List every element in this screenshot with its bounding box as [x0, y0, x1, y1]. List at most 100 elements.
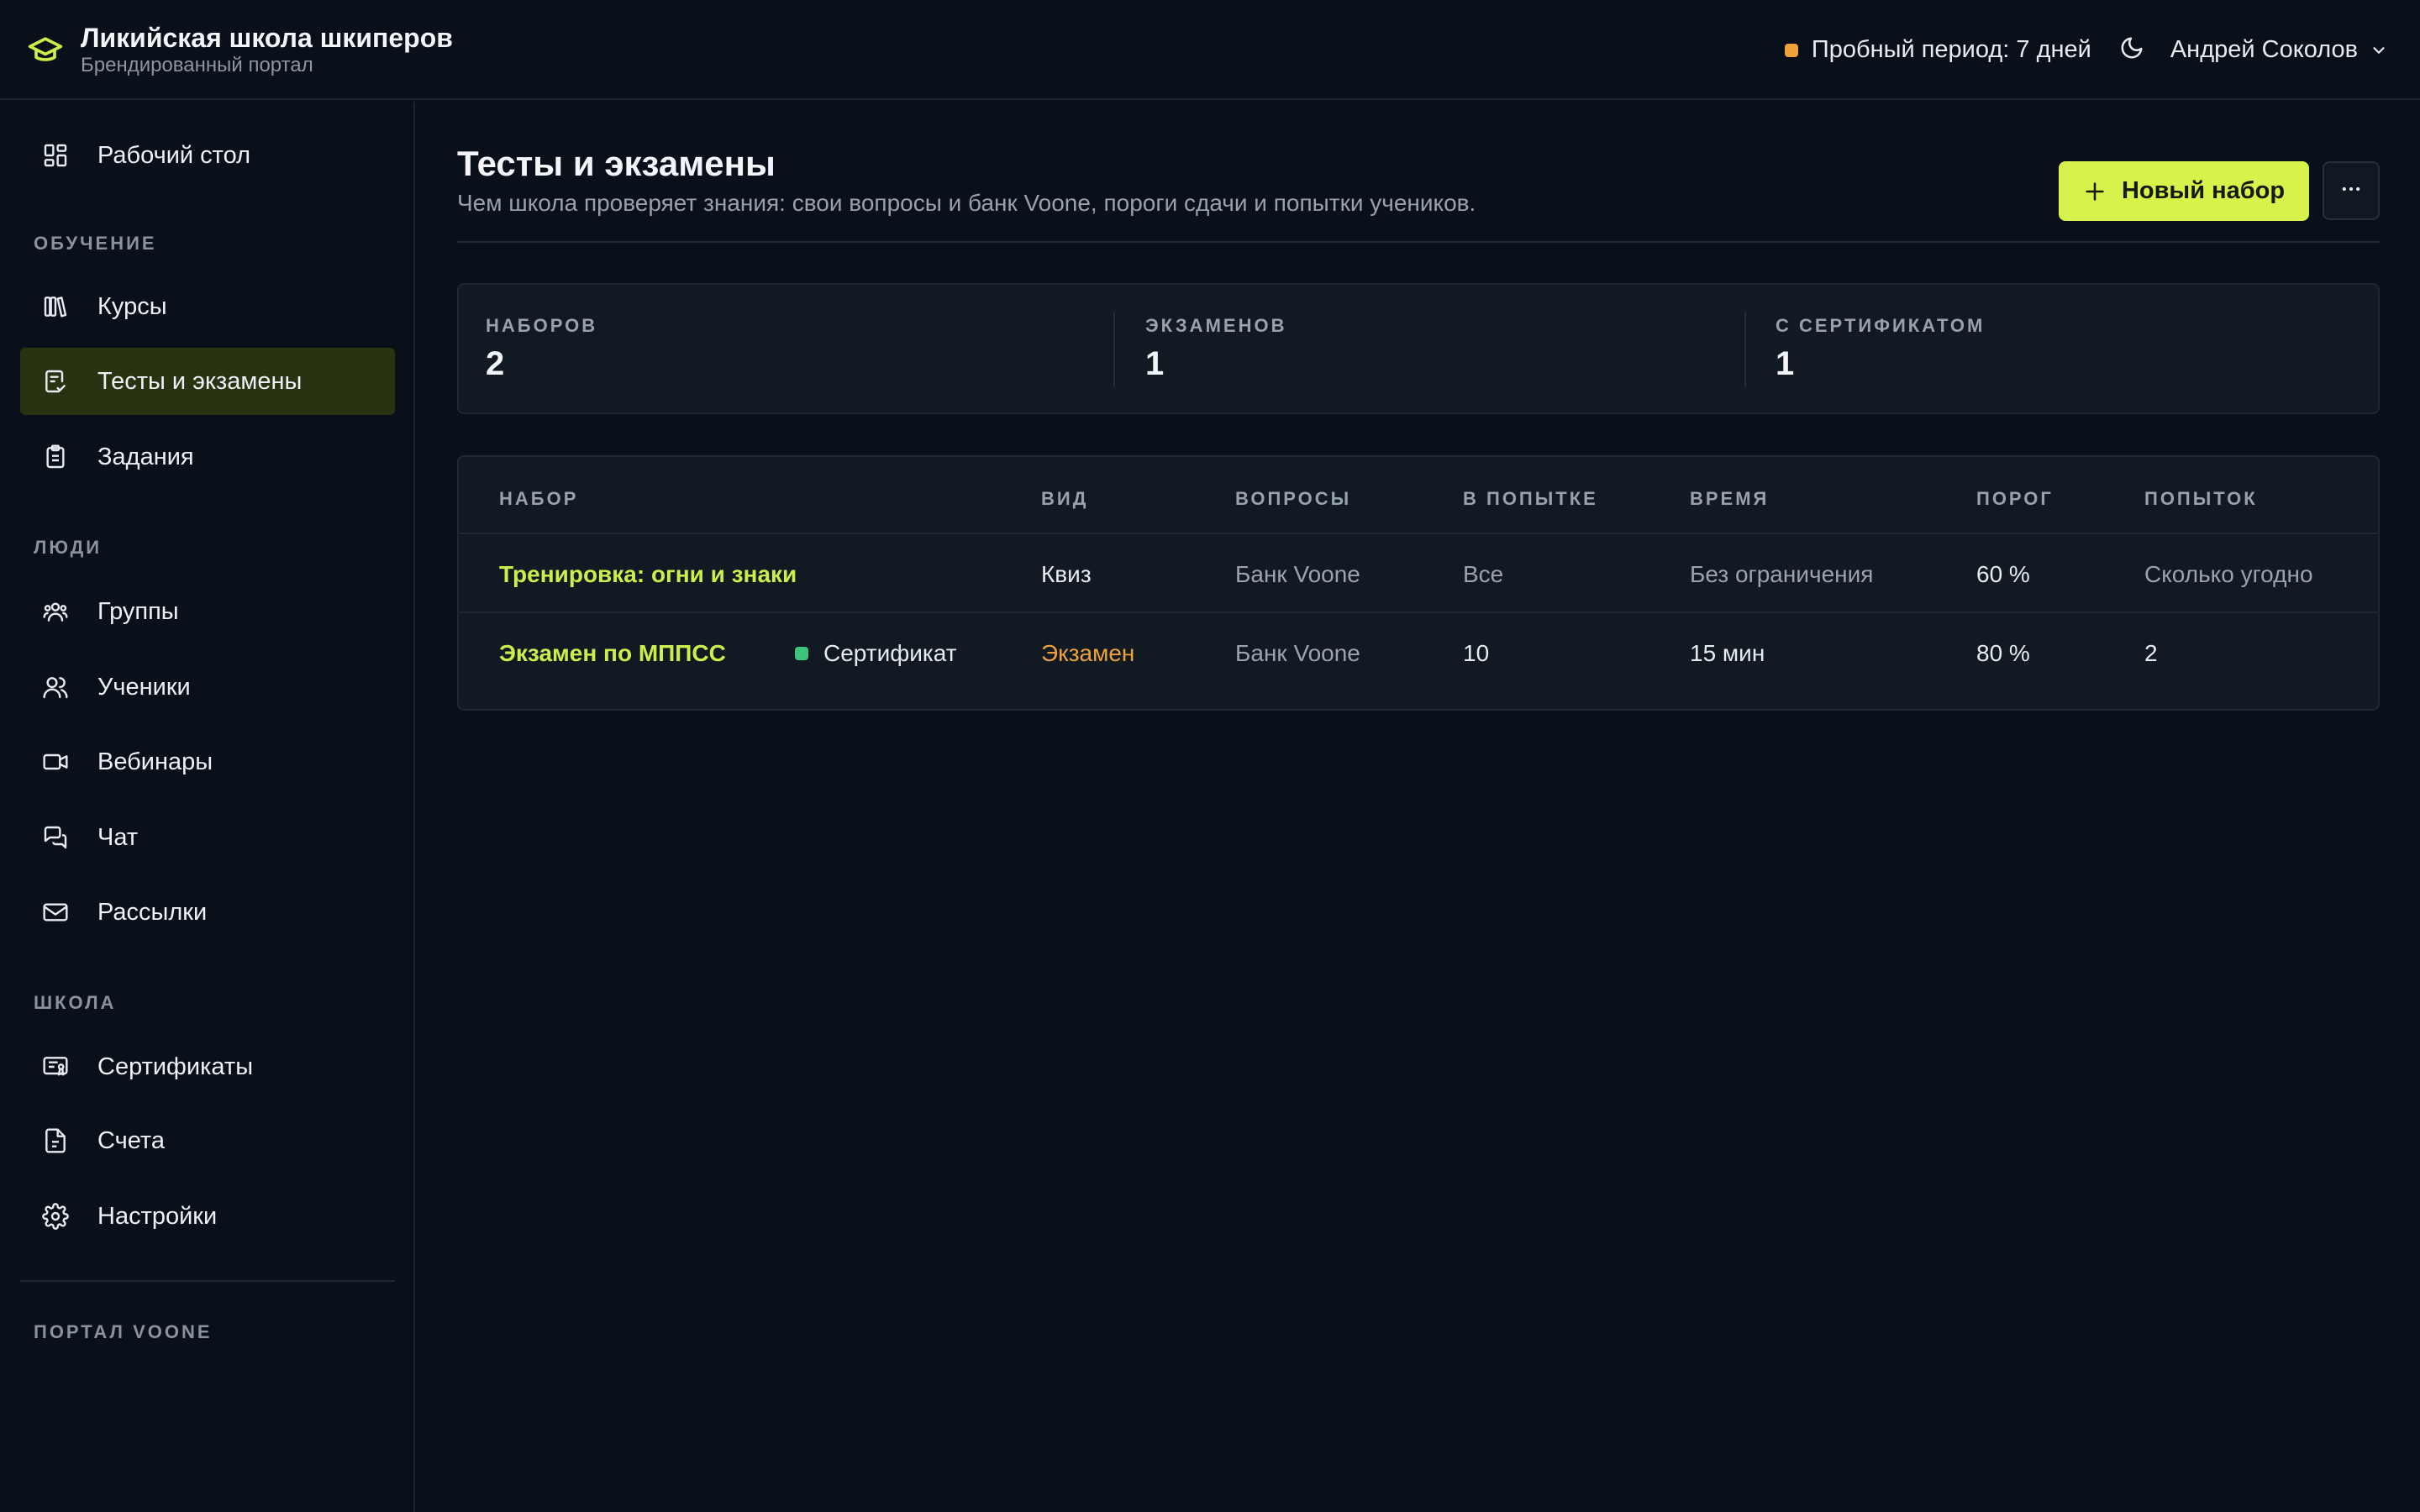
sidebar-item-label: Тесты и экзамены	[97, 367, 302, 395]
sidebar-item-invoices[interactable]: Счета	[20, 1107, 395, 1174]
set-name-link[interactable]: Экзамен по МППСС	[499, 640, 726, 667]
stat-label: ЭКЗАМЕНОВ	[1145, 315, 1287, 336]
sidebar-item-tests[interactable]: Тесты и экзамены	[20, 348, 395, 415]
sidebar-item-label: Группы	[97, 597, 179, 625]
table-header-row: НАБОР ВИД ВОПРОСЫ В ПОПЫТКЕ ВРЕМЯ ПОРОГ …	[459, 457, 2378, 534]
set-threshold: 60 %	[1976, 561, 2030, 587]
stat-value: 2	[486, 345, 505, 382]
column-header-attempts[interactable]: ПОПЫТОК	[2144, 488, 2258, 510]
sidebar-item-label: Рабочий стол	[97, 141, 251, 169]
set-time: 15 мин	[1690, 640, 1765, 666]
certificate-icon	[40, 1052, 71, 1082]
clipboard-icon	[40, 442, 71, 472]
main-content: Тесты и экзамены Чем школа проверяет зна…	[417, 102, 2420, 1512]
stat-label: С СЕРТИФИКАТОМ	[1776, 315, 1986, 336]
trial-text: Пробный период: 7 дней	[1811, 36, 2091, 63]
sidebar-item-label: Настройки	[97, 1202, 218, 1230]
sidebar-item-label: Курсы	[97, 292, 167, 320]
user-name: Андрей Соколов	[2170, 36, 2358, 63]
certificate-badge-label: Сертификат	[823, 640, 957, 666]
new-set-button[interactable]: Новый набор	[2059, 161, 2309, 221]
video-camera-icon	[40, 747, 71, 777]
column-header-kind[interactable]: ВИД	[1041, 488, 1088, 510]
theme-toggle-button[interactable]	[2115, 34, 2149, 67]
stat-separator	[1113, 312, 1115, 387]
moon-icon	[2119, 35, 2144, 65]
stat-separator	[1744, 312, 1746, 387]
sidebar-item-dashboard[interactable]: Рабочий стол	[20, 122, 395, 189]
stat-label: НАБОРОВ	[486, 315, 598, 336]
sidebar-item-label: Сертификаты	[97, 1053, 254, 1080]
more-options-button[interactable]	[2323, 161, 2380, 220]
sidebar-item-label: Вебинары	[97, 748, 213, 775]
set-name-link[interactable]: Тренировка: огни и знаки	[499, 561, 797, 588]
set-questions: Банк Voone	[1235, 561, 1360, 587]
set-attempts: 2	[2144, 640, 2158, 666]
trial-indicator[interactable]: Пробный период: 7 дней	[1784, 36, 2091, 64]
set-time: Без ограничения	[1690, 561, 1874, 587]
section-label-portal: ПОРТАЛ VOONE	[34, 1321, 213, 1342]
column-header-threshold[interactable]: ПОРОГ	[1976, 488, 2054, 510]
set-per-attempt: 10	[1463, 640, 1490, 666]
sets-table: НАБОР ВИД ВОПРОСЫ В ПОПЫТКЕ ВРЕМЯ ПОРОГ …	[457, 455, 2380, 711]
header-divider	[457, 241, 2380, 243]
chat-bubbles-icon	[40, 822, 71, 853]
certificate-badge: Сертификат	[795, 640, 957, 667]
top-bar: Ликийская школа шкиперов Брендированный …	[0, 0, 2420, 100]
gear-icon	[40, 1201, 71, 1231]
sidebar: Рабочий стол ОБУЧЕНИЕ Курсы Тесты и экза…	[0, 102, 415, 1512]
sidebar-item-settings[interactable]: Настройки	[20, 1183, 395, 1250]
sidebar-item-mailings[interactable]: Рассылки	[20, 879, 395, 946]
mail-icon	[40, 897, 71, 927]
sidebar-item-certificates[interactable]: Сертификаты	[20, 1033, 395, 1100]
chevron-down-icon	[2370, 41, 2388, 60]
users-group-icon	[40, 596, 71, 627]
certificate-status-dot	[795, 647, 808, 660]
set-attempts: Сколько угодно	[2144, 561, 2313, 587]
set-per-attempt: Все	[1463, 561, 1504, 587]
sidebar-item-assignments[interactable]: Задания	[20, 423, 395, 491]
table-row[interactable]: Экзамен по МППСС Сертификат Экзамен Банк…	[459, 615, 2378, 692]
set-threshold: 80 %	[1976, 640, 2030, 666]
sidebar-item-students[interactable]: Ученики	[20, 654, 395, 721]
table-row[interactable]: Тренировка: огни и знаки Квиз Банк Voone…	[459, 536, 2378, 613]
plus-icon	[2083, 180, 2107, 203]
sidebar-item-label: Рассылки	[97, 898, 208, 926]
brand[interactable]: Ликийская школа шкиперов Брендированный …	[27, 22, 453, 77]
stat-value: 1	[1145, 345, 1165, 382]
sidebar-item-label: Счета	[97, 1126, 165, 1154]
more-horizontal-icon	[2339, 177, 2363, 205]
user-menu[interactable]: Андрей Соколов	[2170, 36, 2388, 64]
trial-status-dot	[1784, 43, 1798, 57]
set-kind: Экзамен	[1041, 640, 1135, 666]
sidebar-item-groups[interactable]: Группы	[20, 578, 395, 645]
sidebar-item-chat[interactable]: Чат	[20, 804, 395, 871]
section-label-learning: ОБУЧЕНИЕ	[34, 233, 157, 254]
sidebar-item-webinars[interactable]: Вебинары	[20, 728, 395, 795]
column-header-set[interactable]: НАБОР	[499, 488, 578, 510]
new-set-label: Новый набор	[2121, 177, 2286, 204]
sidebar-divider	[20, 1280, 395, 1282]
section-label-school: ШКОЛА	[34, 992, 117, 1013]
set-questions: Банк Voone	[1235, 640, 1360, 666]
books-icon	[40, 291, 71, 322]
test-checklist-icon	[40, 366, 71, 396]
users-icon	[40, 672, 71, 702]
set-kind: Квиз	[1041, 561, 1092, 587]
stat-value: 1	[1776, 345, 1795, 382]
sidebar-item-label: Ученики	[97, 673, 191, 701]
brand-title: Ликийская школа шкиперов	[81, 22, 453, 53]
page-title: Тесты и экзамены	[457, 144, 776, 183]
sidebar-item-label: Задания	[97, 443, 194, 470]
brand-subtitle: Брендированный портал	[81, 53, 313, 76]
stats-panel: НАБОРОВ 2 ЭКЗАМЕНОВ 1 С СЕРТИФИКАТОМ 1	[457, 283, 2380, 414]
section-label-people: ЛЮДИ	[34, 537, 103, 558]
invoice-icon	[40, 1126, 71, 1156]
graduation-cap-icon	[27, 31, 64, 68]
dashboard-icon	[40, 140, 71, 171]
column-header-time[interactable]: ВРЕМЯ	[1690, 488, 1769, 510]
column-header-questions[interactable]: ВОПРОСЫ	[1235, 488, 1351, 510]
column-header-per-attempt[interactable]: В ПОПЫТКЕ	[1463, 488, 1598, 510]
page-subtitle: Чем школа проверяет знания: свои вопросы…	[457, 190, 1476, 216]
sidebar-item-courses[interactable]: Курсы	[20, 273, 395, 340]
